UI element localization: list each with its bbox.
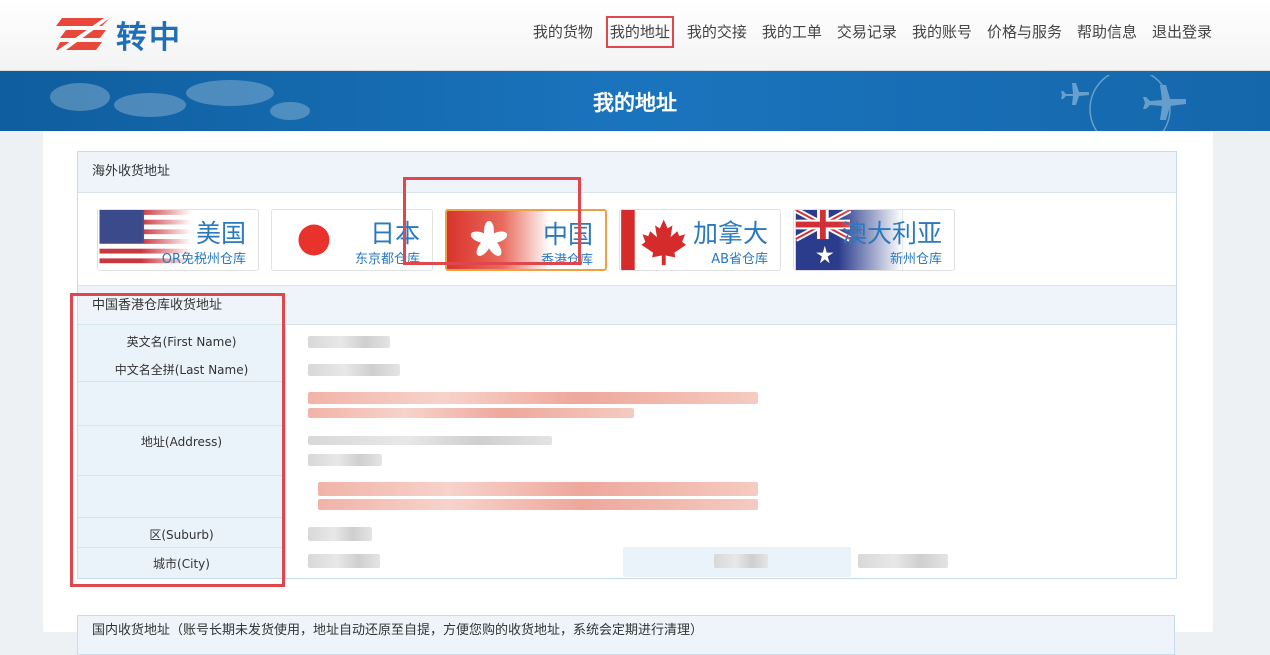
tab-warehouse-australia[interactable]: 澳大利亚 新州仓库 xyxy=(793,209,955,271)
redacted-address-en xyxy=(308,436,552,445)
nav-my-handover[interactable]: 我的交接 xyxy=(687,18,747,46)
nav-transactions[interactable]: 交易记录 xyxy=(837,18,897,46)
nav-logout[interactable]: 退出登录 xyxy=(1152,18,1212,46)
page-title: 我的地址 xyxy=(593,91,677,115)
main-nav: 我的货物 我的地址 我的交接 我的工单 交易记录 我的账号 价格与服务 帮助信息… xyxy=(518,16,1212,48)
ca-flag-icon xyxy=(621,210,686,270)
nav-my-address[interactable]: 我的地址 xyxy=(605,16,674,48)
brand-name: 转中 xyxy=(116,19,182,56)
highlight-frame-address xyxy=(70,293,285,587)
tab-warehouse-usa[interactable]: 美国 OR免税州仓库 xyxy=(97,209,259,271)
domestic-address-panel: 国内收货地址（账号长期未发货使用，地址自动还原至自提，方便您购的收货地址，系统会… xyxy=(77,615,1175,655)
redacted-address-alt xyxy=(318,482,758,496)
redacted-address-en xyxy=(308,454,382,466)
nav-my-account[interactable]: 我的账号 xyxy=(912,18,972,46)
redacted-address-alt xyxy=(318,499,758,510)
tab-country: 美国 xyxy=(195,219,246,248)
tab-country: 加拿大 xyxy=(692,219,768,248)
redacted-first-name xyxy=(308,336,390,348)
page-banner: 我的地址 xyxy=(0,71,1270,131)
tab-warehouse: OR免税州仓库 xyxy=(161,252,246,267)
redacted-city-extra xyxy=(858,554,948,568)
overseas-panel-title: 海外收货地址 xyxy=(78,152,1176,193)
redacted-city-extra xyxy=(714,554,768,568)
redacted-address-cn xyxy=(308,408,634,418)
highlight-frame-tab xyxy=(403,177,581,265)
tab-warehouse-canada[interactable]: 加拿大 AB省仓库 xyxy=(619,209,781,271)
tab-country: 澳大利亚 xyxy=(841,219,942,248)
nav-help[interactable]: 帮助信息 xyxy=(1077,18,1137,46)
redacted-suburb xyxy=(308,527,372,541)
tab-warehouse: 新州仓库 xyxy=(889,252,942,267)
jp-flag-icon xyxy=(298,224,330,256)
nav-pricing[interactable]: 价格与服务 xyxy=(987,18,1062,46)
nav-my-tickets[interactable]: 我的工单 xyxy=(762,18,822,46)
nav-my-goods[interactable]: 我的货物 xyxy=(533,18,593,46)
redacted-address-cn xyxy=(308,392,758,404)
redacted-last-name xyxy=(308,364,400,376)
tab-warehouse: AB省仓库 xyxy=(711,252,768,267)
top-header: 转中 我的货物 我的地址 我的交接 我的工单 交易记录 我的账号 价格与服务 帮… xyxy=(0,0,1270,71)
logo-mark-icon xyxy=(56,18,110,50)
redacted-city xyxy=(308,554,380,568)
brand-logo[interactable]: 转中 xyxy=(56,14,182,56)
